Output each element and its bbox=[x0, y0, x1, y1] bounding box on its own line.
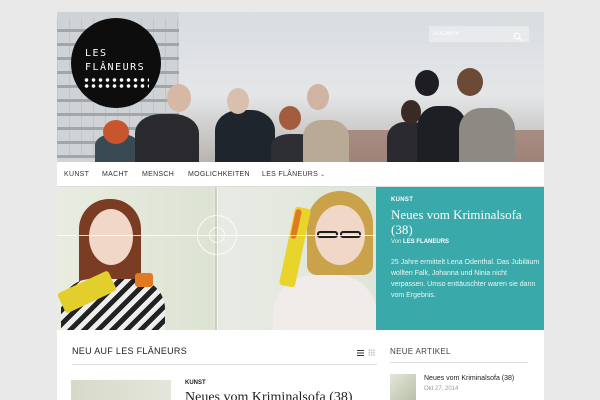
person-head bbox=[415, 70, 439, 96]
search-input[interactable] bbox=[433, 29, 513, 39]
person-head bbox=[167, 84, 191, 112]
logo-text-les: LES bbox=[85, 48, 108, 59]
search-box bbox=[429, 26, 529, 42]
woman-face bbox=[89, 209, 133, 265]
logo-dots-graphic bbox=[83, 77, 149, 89]
featured-image[interactable] bbox=[57, 187, 376, 330]
person-figure bbox=[303, 120, 349, 162]
search-icon[interactable] bbox=[513, 29, 523, 42]
post-thumbnail[interactable] bbox=[71, 380, 171, 400]
person-figure bbox=[215, 110, 275, 162]
nav-item-les-flaneurs[interactable]: LES FLÂNEURS ⌄ bbox=[262, 171, 325, 178]
latest-posts-section: NEU AUF LES FLÂNEURS KUNST Neues vom Kri… bbox=[57, 330, 382, 400]
featured-category[interactable]: KUNST bbox=[391, 197, 413, 203]
sidebar-article-thumbnail[interactable] bbox=[390, 374, 416, 400]
nav-item-kunst[interactable]: KUNST bbox=[64, 171, 89, 178]
featured-excerpt: 25 Jahre ermittelt Lena Odenthal. Das Ju… bbox=[391, 259, 540, 299]
main-navigation: KUNST MACHT MENSCH MOGLICHKEITEN LES FLÂ… bbox=[57, 162, 544, 187]
person-head bbox=[227, 88, 249, 114]
featured-post[interactable]: KUNST Neues vom Kriminalsofa (38) Von LE… bbox=[57, 187, 544, 330]
site-logo[interactable]: LES FLÂNEURS bbox=[71, 18, 161, 108]
chevron-down-icon: ⌄ bbox=[320, 172, 326, 178]
nav-item-macht[interactable]: MACHT bbox=[102, 171, 128, 178]
list-view-icon[interactable] bbox=[357, 349, 364, 356]
nav-item-moglichkeiten[interactable]: MOGLICHKEITEN bbox=[188, 171, 250, 178]
site-wrapper: LES FLÂNEURS KUNST MACHT MENSCH MOGLICHK… bbox=[57, 12, 544, 400]
grid-view-icon[interactable] bbox=[368, 349, 375, 356]
post-title[interactable]: Neues vom Kriminalsofa (38) bbox=[185, 390, 353, 400]
sidebar-article-date: Okt 27, 2014 bbox=[424, 386, 459, 392]
toy-gun-tip bbox=[135, 273, 153, 287]
crosshair-ring bbox=[209, 227, 225, 243]
byline-prefix: Von bbox=[391, 239, 402, 245]
person-figure bbox=[135, 114, 199, 162]
sidebar-divider bbox=[390, 362, 528, 363]
sidebar-new-articles: NEUE ARTIKEL Neues vom Kriminalsofa (38)… bbox=[382, 330, 544, 400]
featured-title[interactable]: Neues vom Kriminalsofa (38) bbox=[391, 207, 541, 237]
section-title: NEU AUF LES FLÂNEURS bbox=[72, 346, 188, 356]
header-photo: LES FLÂNEURS bbox=[57, 12, 544, 162]
sidebar-article-title[interactable]: Neues vom Kriminalsofa (38) bbox=[424, 375, 514, 382]
featured-author[interactable]: LES FLANEURS bbox=[403, 239, 449, 245]
featured-caption: KUNST Neues vom Kriminalsofa (38) Von LE… bbox=[376, 187, 544, 330]
section-divider bbox=[72, 364, 377, 365]
nav-item-mensch[interactable]: MENSCH bbox=[142, 171, 174, 178]
person-head bbox=[457, 68, 483, 96]
featured-byline: Von LES FLANEURS bbox=[391, 239, 449, 245]
person-head bbox=[279, 106, 301, 130]
person-figure bbox=[459, 108, 515, 162]
logo-text-flaneurs: FLÂNEURS bbox=[85, 62, 146, 73]
sidebar-title: NEUE ARTIKEL bbox=[390, 347, 451, 356]
person-head bbox=[307, 84, 329, 110]
nav-item-les-flaneurs-label: LES FLÂNEURS bbox=[262, 171, 319, 178]
person-head bbox=[103, 120, 129, 144]
crosshair-line bbox=[217, 187, 218, 330]
post-category[interactable]: KUNST bbox=[185, 380, 206, 386]
